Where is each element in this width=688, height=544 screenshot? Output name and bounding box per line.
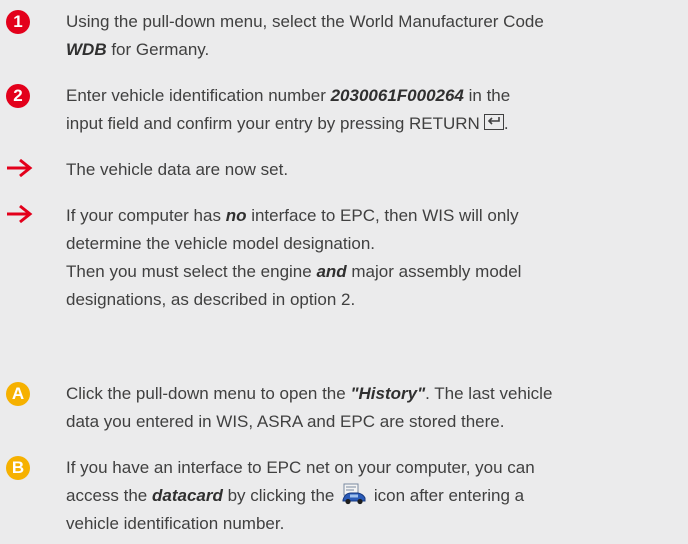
datacard-car-icon xyxy=(342,483,366,505)
note-b-line-1: If you have an interface to EPC net on y… xyxy=(66,458,535,477)
note-letter-b: B xyxy=(6,456,30,480)
note-b-line-3: vehicle identification number. xyxy=(66,514,285,533)
note-letter-a: A xyxy=(6,382,30,406)
result-2-line-4: designations, as described in option 2. xyxy=(66,290,356,309)
result-2-text: If your computer has no interface to EPC… xyxy=(66,202,688,314)
history-label: "History" xyxy=(350,384,426,403)
step-1-text: Using the pull-down menu, select the Wor… xyxy=(66,8,688,64)
step-2-line-1: Enter vehicle identification number 2030… xyxy=(66,86,511,105)
return-key-icon xyxy=(483,114,504,130)
vin-value: 2030061F000264 xyxy=(330,86,464,105)
note-a-line-2: data you entered in WIS, ASRA and EPC ar… xyxy=(66,412,505,431)
note-a-text: Click the pull-down menu to open the "Hi… xyxy=(66,380,688,436)
step-number-1: 1 xyxy=(6,10,30,34)
datacard-label: datacard xyxy=(152,486,223,505)
note-a-line-1: Click the pull-down menu to open the "Hi… xyxy=(66,384,553,403)
note-b-line-2: access the datacard by clicking the icon… xyxy=(66,482,688,510)
right-arrow-icon xyxy=(7,158,33,178)
step-1-line-2: WDB for Germany. xyxy=(66,40,210,59)
step-number-2: 2 xyxy=(6,84,30,108)
step-2-text: Enter vehicle identification number 2030… xyxy=(66,82,688,138)
step-1-line-1: Using the pull-down menu, select the Wor… xyxy=(66,12,544,31)
result-2-line-1: If your computer has no interface to EPC… xyxy=(66,206,519,225)
result-2-line-2: determine the vehicle model designation. xyxy=(66,234,376,253)
step-2-line-2: input field and confirm your entry by pr… xyxy=(66,114,509,133)
result-2-line-3: Then you must select the engine and majo… xyxy=(66,262,522,281)
right-arrow-icon xyxy=(7,204,33,224)
instruction-page: 1 Using the pull-down menu, select the W… xyxy=(0,0,688,544)
note-b-text: If you have an interface to EPC net on y… xyxy=(66,454,688,538)
result-1-text: The vehicle data are now set. xyxy=(66,160,289,179)
manufacturer-code: WDB xyxy=(66,40,107,59)
